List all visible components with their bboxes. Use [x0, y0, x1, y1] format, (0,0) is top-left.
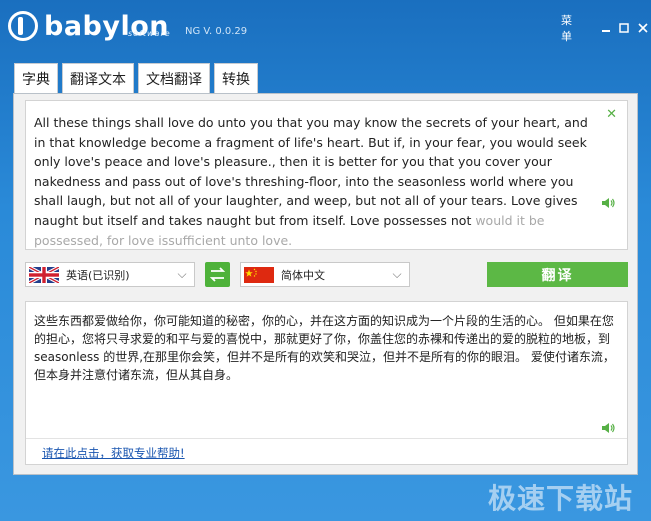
app-window: babylon software NG V. 0.0.29 菜单 字典 翻译文本…	[0, 0, 651, 521]
tab-dictionary[interactable]: 字典	[14, 63, 58, 93]
source-text-box[interactable]: All these things shall love do unto you …	[25, 100, 628, 250]
source-language-label: 英语(已识别)	[66, 268, 130, 282]
tab-bar: 字典 翻译文本 文档翻译 转换	[14, 63, 262, 94]
babylon-logo-icon	[8, 11, 38, 41]
target-language-label: 简体中文	[281, 268, 325, 282]
target-text-box[interactable]: 这些东西都爱做给你，你可能知道的秘密，你的心，并在这方面的知识成为一个片段的生活…	[25, 301, 628, 465]
source-language-select[interactable]: 英语(已识别) ⌵	[25, 262, 195, 287]
minimize-button[interactable]	[598, 21, 614, 35]
tab-translate-document[interactable]: 文档翻译	[138, 63, 210, 93]
chevron-down-icon: ⌵	[177, 267, 187, 281]
logo-subtitle: software	[128, 29, 171, 38]
close-button[interactable]	[635, 21, 651, 35]
source-text[interactable]: All these things shall love do unto you …	[34, 113, 594, 250]
watermark: 极速下载站	[487, 482, 633, 515]
target-language-select[interactable]: 简体中文 ⌵	[240, 262, 410, 287]
maximize-button[interactable]	[616, 21, 632, 35]
tab-convert[interactable]: 转换	[214, 63, 258, 93]
version-label: NG V. 0.0.29	[185, 26, 248, 37]
window-controls: 菜单	[561, 12, 651, 44]
menu-button[interactable]: 菜单	[561, 12, 583, 44]
clear-source-button[interactable]: ✕	[606, 107, 617, 122]
china-flag-icon	[244, 266, 274, 283]
tab-translate-text[interactable]: 翻译文本	[62, 63, 134, 94]
translated-text[interactable]: 这些东西都爱做给你，你可能知道的秘密，你的心，并在这方面的知识成为一个片段的生活…	[34, 312, 620, 384]
maximize-icon	[619, 23, 630, 33]
professional-help-link[interactable]: 请在此点击，获取专业帮助!	[42, 445, 185, 461]
main-panel: All these things shall love do unto you …	[13, 93, 638, 475]
swap-icon	[209, 267, 226, 282]
source-text-main: All these things shall love do unto you …	[34, 115, 588, 228]
speaker-icon[interactable]	[601, 197, 615, 209]
chevron-down-icon: ⌵	[392, 267, 402, 281]
swap-languages-button[interactable]	[205, 262, 230, 287]
translate-button[interactable]: 翻译	[487, 262, 628, 287]
target-footer: 请在此点击，获取专业帮助!	[26, 438, 627, 464]
logo: babylon	[8, 8, 169, 44]
close-icon	[638, 23, 648, 33]
uk-flag-icon	[29, 266, 59, 283]
speaker-icon[interactable]	[601, 422, 615, 434]
minimize-icon	[601, 30, 610, 32]
